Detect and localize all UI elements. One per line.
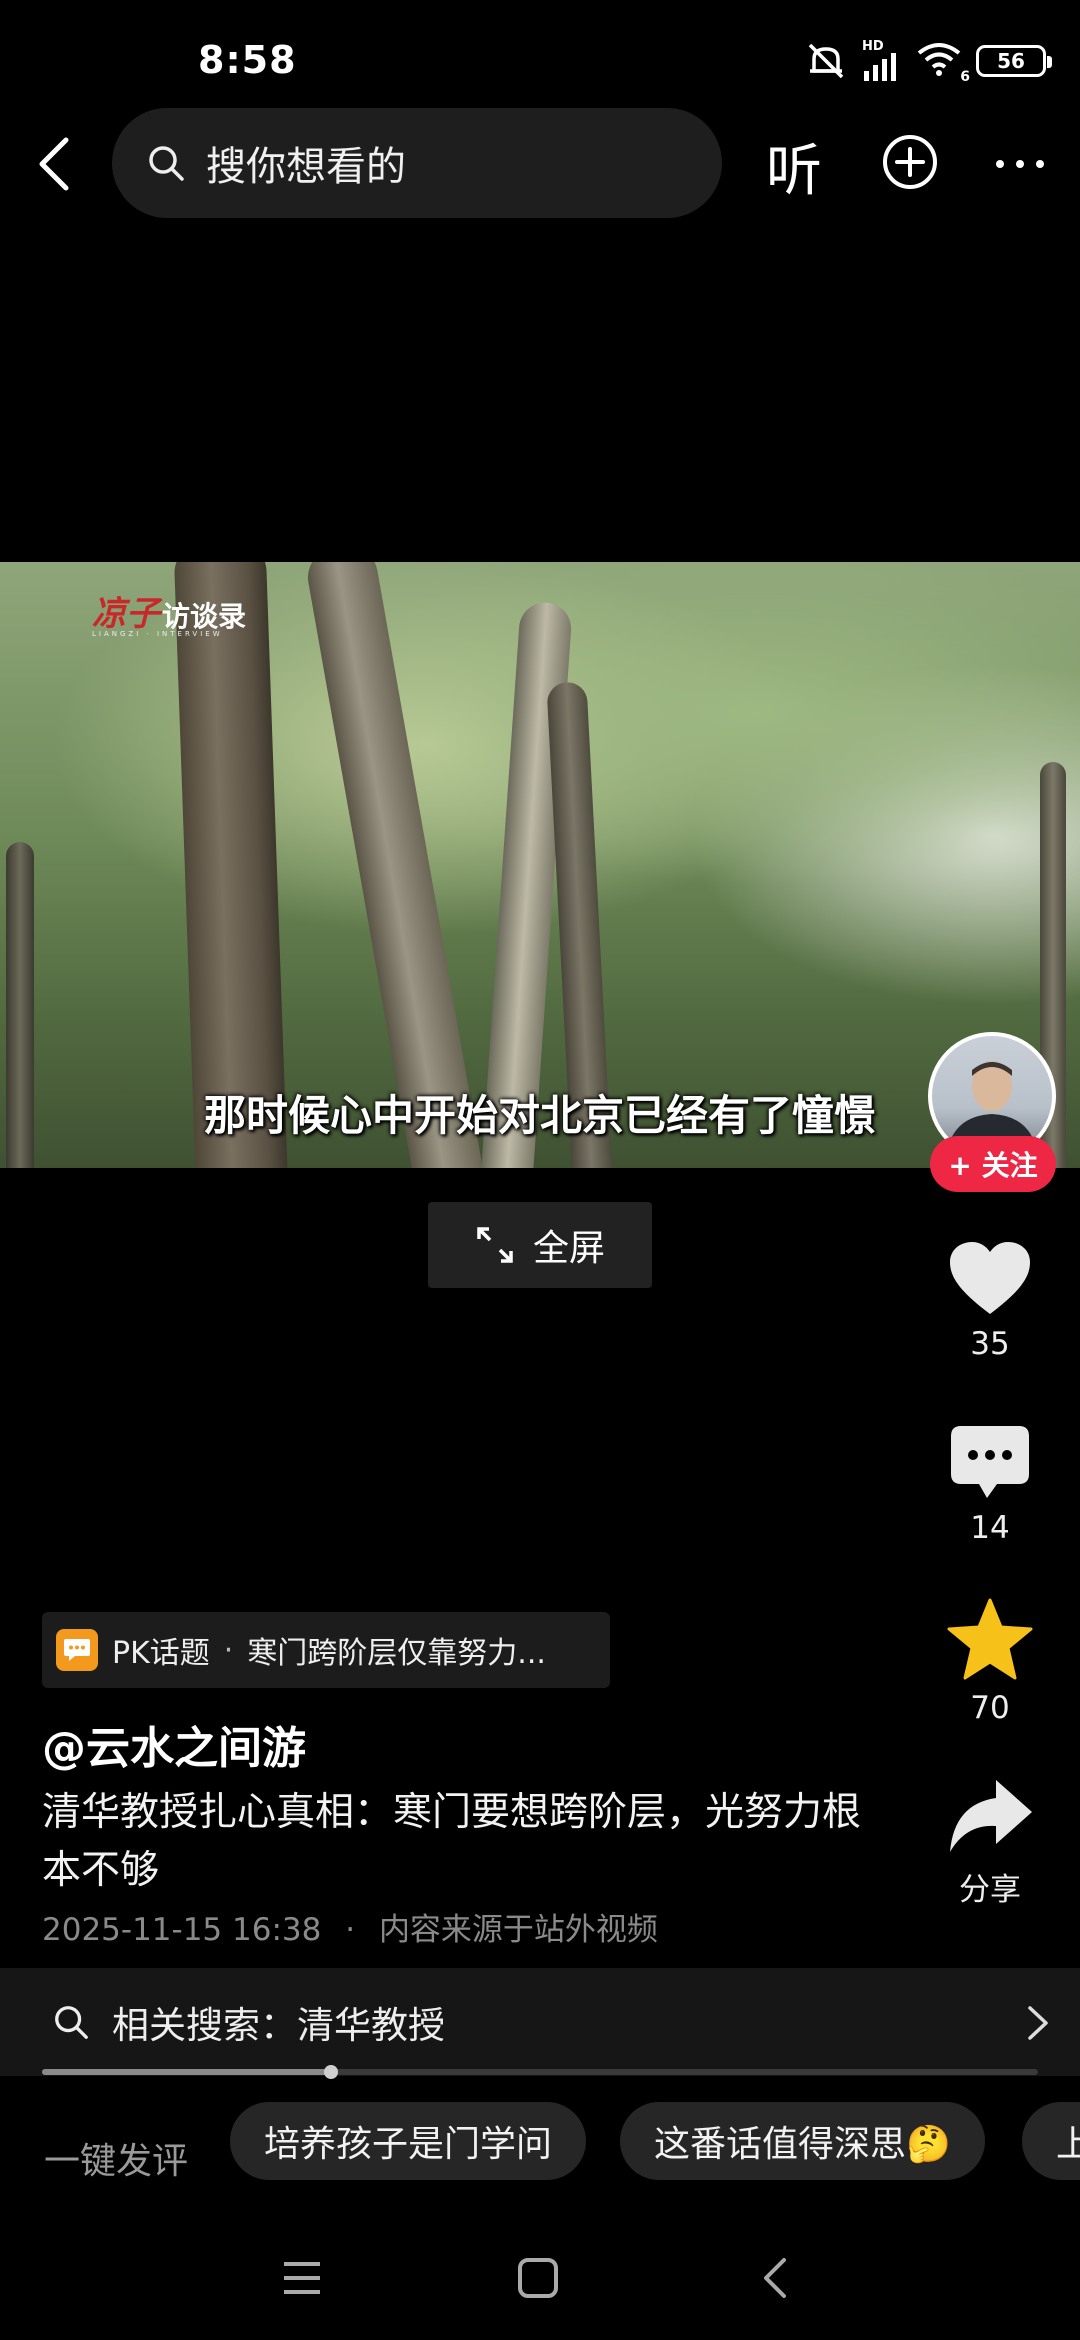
fullscreen-button[interactable]: 全屏: [428, 1202, 652, 1288]
quick-comment-chip[interactable]: 这番话值得深思🤔: [620, 2102, 985, 2180]
comment-count: 14: [970, 1510, 1010, 1546]
search-placeholder: 搜你想看的: [206, 144, 406, 190]
add-button[interactable]: [880, 132, 940, 192]
quick-comment-label: 一键发评: [44, 2141, 189, 2182]
pk-chat-icon: [56, 1629, 98, 1671]
related-search-text: 相关搜索：清华教授: [112, 2004, 445, 2047]
video-subtitle: 那时候心中开始对北京已经有了憧憬: [203, 1091, 876, 1140]
listen-button[interactable]: 听: [766, 126, 822, 207]
heart-icon: [950, 1242, 1030, 1314]
comment-button[interactable]: 14: [940, 1424, 1040, 1546]
back-button[interactable]: [22, 132, 86, 196]
logo-text-b: 访谈录: [162, 600, 247, 633]
progress-fill: [42, 2069, 331, 2075]
wifi-badge: 6: [960, 69, 970, 85]
fullscreen-label: 全屏: [532, 1228, 605, 1269]
network-label: HD: [862, 39, 884, 54]
post-meta: 2025-11-15 16:38 · 内容来源于站外视频: [42, 1904, 658, 1949]
meta-separator: ·: [345, 1912, 356, 1948]
quick-comment-bar: 一键发评 培养孩子是门学问 这番话值得深思🤔 上: [0, 2098, 1080, 2208]
favorite-count: 70: [970, 1690, 1010, 1726]
home-icon[interactable]: [516, 2256, 560, 2300]
video-player[interactable]: 凉子 访谈录 LIANGZI · INTERVIEW 那时候心中开始对北京已经有…: [0, 562, 1080, 1168]
star-icon: [947, 1598, 1033, 1680]
expand-icon: [477, 1227, 513, 1263]
quick-comment-chip[interactable]: 培养孩子是门学问: [230, 2102, 587, 2180]
share-arrow-icon: [950, 1780, 1032, 1852]
video-progress-bar[interactable]: [42, 2065, 1038, 2079]
tree-trunk: [173, 562, 289, 1168]
pk-topic-chip[interactable]: PK话题 · 寒门跨阶层仅靠努力...: [42, 1612, 610, 1688]
search-icon: [149, 146, 184, 181]
post-source: 内容来源于站外视频: [378, 1912, 658, 1948]
signal-icon: HD: [862, 39, 902, 81]
like-count: 35: [970, 1326, 1010, 1362]
chevron-right-icon: [1028, 2006, 1048, 2040]
like-button[interactable]: 35: [940, 1240, 1040, 1362]
pk-label: PK话题: [112, 1636, 210, 1671]
status-bar: 8:58 HD 6 56: [0, 0, 1080, 120]
pk-topic-text: 寒门跨阶层仅靠努力...: [247, 1636, 546, 1671]
post-datetime: 2025-11-15 16:38: [42, 1912, 322, 1948]
battery-level: 56: [997, 49, 1025, 73]
watermark-logo: 凉子 访谈录 LIANGZI · INTERVIEW: [92, 586, 247, 638]
share-button[interactable]: 分享: [940, 1778, 1040, 1909]
top-bar: 搜你想看的 听: [0, 108, 1080, 220]
progress-knob[interactable]: [323, 2065, 338, 2079]
logo-subtext: LIANGZI · INTERVIEW: [92, 630, 223, 638]
author-name[interactable]: @云水之间游: [42, 1712, 306, 1776]
system-nav-bar: [0, 2220, 1080, 2340]
search-bar[interactable]: 搜你想看的: [112, 108, 722, 218]
search-icon: [55, 2006, 88, 2039]
mute-bell-icon: [808, 43, 844, 79]
more-icon: [996, 160, 1044, 168]
pk-separator: ·: [223, 1632, 234, 1668]
related-search-bar[interactable]: 相关搜索：清华教授: [0, 1968, 1080, 2076]
status-time: 8:58: [198, 38, 297, 82]
status-icons: HD 6 56: [804, 38, 1052, 85]
battery-icon: 56: [976, 45, 1052, 77]
favorite-button[interactable]: 70: [940, 1598, 1040, 1726]
wifi-icon: 6: [916, 41, 970, 85]
share-label: 分享: [959, 1872, 1021, 1908]
tree-trunk: [303, 562, 487, 1168]
plus-circle-icon: [883, 135, 937, 189]
menu-icon[interactable]: [280, 2258, 324, 2298]
video-description: 清华教授扎心真相：寒门要想跨阶层，光努力根本不够: [42, 1790, 862, 1893]
quick-comment-chip[interactable]: 上: [1022, 2102, 1080, 2180]
comment-icon: [951, 1426, 1029, 1498]
logo-text-a: 凉子: [92, 594, 160, 634]
follow-button[interactable]: + 关注: [930, 1136, 1056, 1192]
back-nav-icon[interactable]: [760, 2256, 790, 2300]
more-button[interactable]: [990, 134, 1050, 194]
chevron-left-icon: [39, 137, 69, 191]
